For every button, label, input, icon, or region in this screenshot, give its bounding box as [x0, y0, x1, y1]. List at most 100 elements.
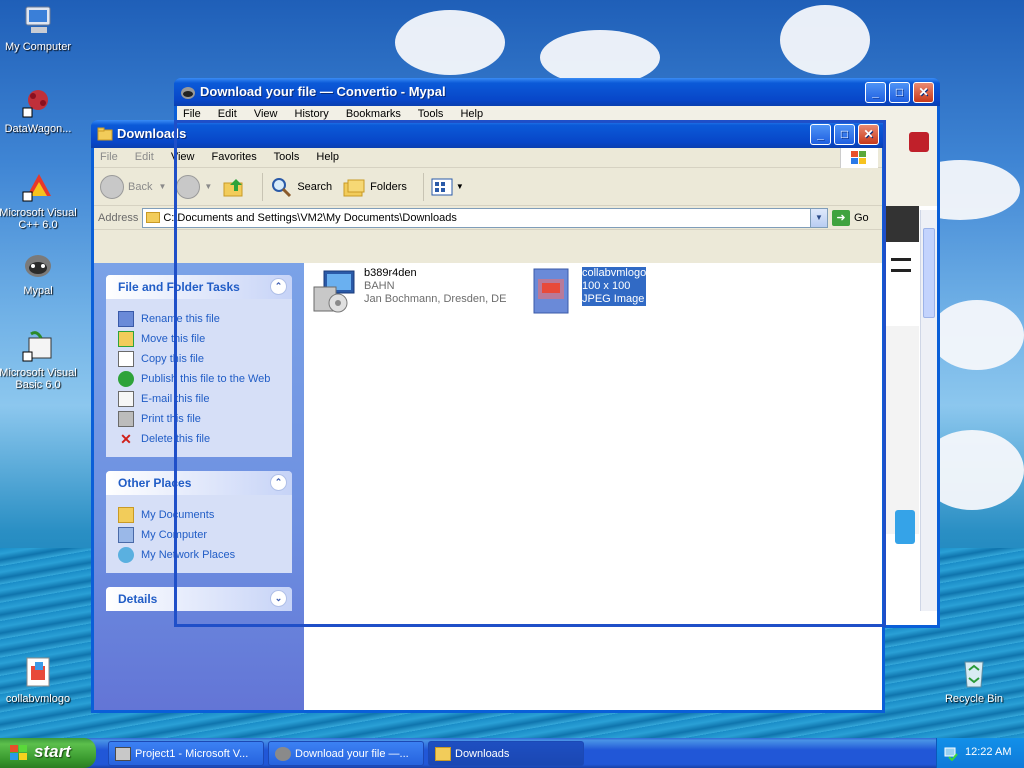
file-description: Jan Bochmann, Dresden, DE — [364, 293, 507, 305]
close-button[interactable]: ✕ — [858, 124, 879, 145]
go-button[interactable]: ➜ Go — [832, 209, 878, 226]
desktop-icon-label: Mypal — [23, 285, 53, 297]
scrollbar-thumb[interactable] — [923, 228, 935, 318]
menu-favorites[interactable]: Favorites — [212, 151, 257, 163]
file-name: b389r4den — [364, 267, 417, 279]
chevron-up-icon[interactable]: ⌃ — [270, 474, 287, 491]
ublock-icon[interactable] — [909, 132, 929, 152]
recycle-bin-icon — [957, 656, 991, 690]
task-label: Delete this file — [141, 433, 211, 445]
menu-file[interactable]: File — [100, 151, 118, 163]
task-publish[interactable]: Publish this file to the Web — [118, 369, 280, 389]
desktop-icon-collabvmlogo[interactable]: collabvmlogo — [0, 656, 80, 705]
details-panel: Details ⌄ — [106, 587, 292, 611]
taskbar-button-downloads[interactable]: Downloads — [428, 741, 584, 766]
windows-logo-icon — [840, 148, 878, 168]
chevron-up-icon[interactable]: ⌃ — [270, 278, 287, 295]
task-delete[interactable]: ✕ Delete this file — [118, 429, 280, 449]
clock[interactable]: 12:22 AM — [965, 746, 1011, 758]
desktop-icon-my-computer[interactable]: My Computer — [0, 4, 80, 53]
page-button[interactable] — [895, 510, 915, 544]
other-places-panel: Other Places ⌃ My Documents My Computer … — [106, 471, 292, 573]
panel-title: Other Places — [118, 476, 192, 490]
hamburger-menu-icon[interactable] — [891, 258, 911, 272]
vertical-scrollbar[interactable] — [920, 210, 937, 611]
desktop-icon-visual-basic[interactable]: Microsoft Visual Basic 6.0 — [0, 330, 80, 391]
task-print[interactable]: Print this file — [118, 409, 280, 429]
place-my-documents[interactable]: My Documents — [118, 505, 280, 525]
copy-icon — [118, 351, 134, 367]
menu-help[interactable]: Help — [460, 108, 483, 120]
cloud — [395, 10, 505, 75]
task-rename[interactable]: Rename this file — [118, 309, 280, 329]
maximize-button[interactable]: □ — [834, 124, 855, 145]
menu-edit[interactable]: Edit — [218, 108, 237, 120]
back-button[interactable]: Back ▼ — [100, 174, 166, 199]
task-email[interactable]: E-mail this file — [118, 389, 280, 409]
task-move[interactable]: Move this file — [118, 329, 280, 349]
envelope-icon — [118, 391, 134, 407]
file-item-b389r4den[interactable]: b389r4den BAHN Jan Bochmann, Dresden, DE — [310, 267, 506, 315]
panel-header[interactable]: Details ⌄ — [106, 587, 292, 611]
explorer-titlebar[interactable]: Downloads _ □ ✕ — [91, 120, 885, 148]
forward-button[interactable]: ▼ — [176, 174, 212, 199]
minimize-button[interactable]: _ — [810, 124, 831, 145]
views-button[interactable]: ▼ — [430, 176, 464, 198]
image-file-icon — [21, 656, 55, 690]
chevron-down-icon[interactable]: ▼ — [810, 208, 827, 227]
desktop-icon-datawagon[interactable]: DataWagon... — [0, 86, 80, 135]
up-folder-button[interactable] — [222, 175, 246, 199]
rename-icon — [118, 311, 134, 327]
place-network[interactable]: My Network Places — [118, 545, 280, 565]
cloud — [540, 30, 660, 85]
start-button[interactable]: start — [0, 738, 96, 768]
raccoon-icon — [275, 747, 291, 761]
minimize-button[interactable]: _ — [865, 82, 886, 103]
menu-history[interactable]: History — [295, 108, 329, 120]
address-bar: Address C:\Documents and Settings\VM2\My… — [94, 206, 882, 230]
menu-file[interactable]: File — [183, 108, 201, 120]
explorer-toolbar: Back ▼ ▼ Search Folders ▼ — [94, 168, 882, 206]
jpeg-image-icon — [528, 267, 576, 315]
panel-header[interactable]: File and Folder Tasks ⌃ — [106, 275, 292, 299]
mypal-titlebar[interactable]: Download your file — Convertio - Mypal _… — [174, 78, 940, 106]
folder-icon — [435, 747, 451, 761]
place-my-computer[interactable]: My Computer — [118, 525, 280, 545]
chevron-down-icon[interactable]: ⌄ — [270, 590, 287, 607]
search-button[interactable]: Search — [269, 175, 332, 199]
menu-tools[interactable]: Tools — [418, 108, 444, 120]
menu-bookmarks[interactable]: Bookmarks — [346, 108, 401, 120]
go-label: Go — [854, 211, 869, 224]
taskbar-label: Downloads — [455, 748, 510, 760]
desktop-icon-visual-cpp[interactable]: Microsoft Visual C++ 6.0 — [0, 170, 80, 231]
network-tray-icon[interactable] — [943, 745, 959, 762]
explorer-window[interactable]: Downloads _ □ ✕ File Edit View Favorites… — [91, 120, 885, 713]
panel-header[interactable]: Other Places ⌃ — [106, 471, 292, 495]
maximize-button[interactable]: □ — [889, 82, 910, 103]
page-section — [879, 326, 919, 534]
menu-edit[interactable]: Edit — [135, 151, 154, 163]
menu-help[interactable]: Help — [316, 151, 339, 163]
taskbar-button-project1[interactable]: Project1 - Microsoft V... — [108, 741, 264, 766]
address-input[interactable]: C:\Documents and Settings\VM2\My Documen… — [142, 207, 828, 228]
task-copy[interactable]: Copy this file — [118, 349, 280, 369]
menu-view[interactable]: View — [254, 108, 278, 120]
page-header-dark — [879, 206, 919, 242]
address-label: Address — [98, 211, 139, 224]
close-button[interactable]: ✕ — [913, 82, 934, 103]
folders-button[interactable]: Folders — [342, 175, 407, 199]
menu-tools[interactable]: Tools — [274, 151, 300, 163]
file-list: b389r4den BAHN Jan Bochmann, Dresden, DE… — [304, 263, 882, 710]
taskbar-button-mypal[interactable]: Download your file —... — [268, 741, 424, 766]
raccoon-icon — [180, 84, 196, 100]
desktop-icon-label: Microsoft Visual C++ 6.0 — [0, 207, 77, 231]
views-icon — [431, 178, 453, 195]
task-label: Copy this file — [141, 353, 204, 365]
desktop-icon-mypal[interactable]: Mypal — [0, 248, 80, 297]
desktop-icon-recycle-bin[interactable]: Recycle Bin — [932, 656, 1016, 705]
task-label: Publish this file to the Web — [141, 373, 271, 385]
task-pane: File and Folder Tasks ⌃ Rename this file… — [94, 263, 304, 710]
menu-view[interactable]: View — [171, 151, 195, 163]
file-item-collabvmlogo[interactable]: collabvmlogo 100 x 100 JPEG Image — [528, 267, 647, 315]
file-dimensions: 100 x 100 — [582, 280, 647, 293]
